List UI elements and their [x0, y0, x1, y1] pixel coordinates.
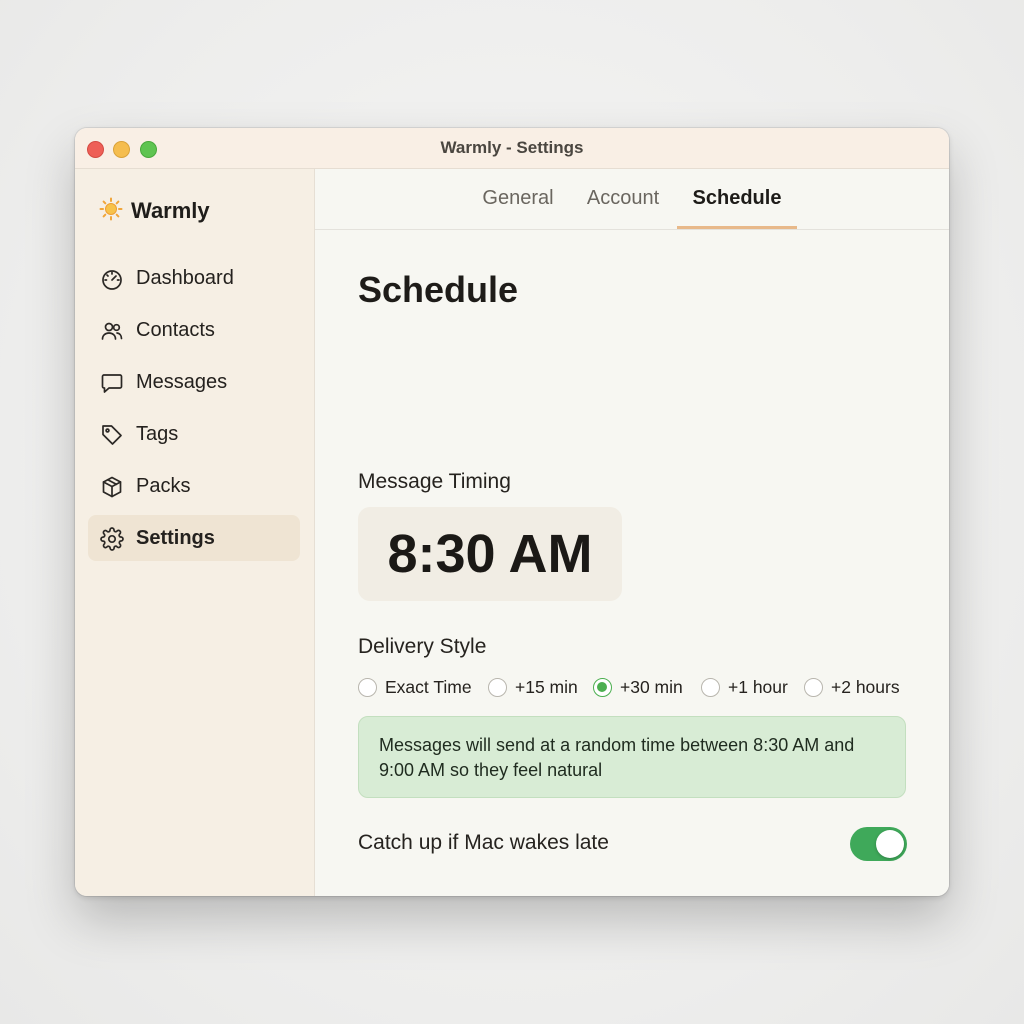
sidebar-item-contacts[interactable]: Contacts — [88, 307, 300, 353]
sidebar-item-label: Messages — [136, 370, 228, 393]
desktop: Warmly - Settings Warmly Dashboard Conta… — [0, 0, 1024, 1024]
radio-plus-2-hours[interactable]: +2 hours — [804, 672, 900, 702]
settings-window: Warmly - Settings Warmly Dashboard Conta… — [75, 128, 949, 896]
tab-general[interactable]: General — [473, 169, 563, 229]
message-timing-label: Message Timing — [358, 470, 511, 493]
radio-label: +30 min — [620, 676, 683, 697]
sidebar-item-label: Packs — [136, 474, 191, 497]
sun-icon — [99, 197, 123, 226]
catch-up-toggle[interactable] — [850, 827, 907, 861]
box-icon — [100, 475, 124, 499]
radio-label: Exact Time — [385, 676, 472, 697]
users-icon — [100, 319, 124, 343]
delivery-info-box: Messages will send at a random time betw… — [358, 716, 906, 798]
radio-plus-1-hour[interactable]: +1 hour — [701, 672, 788, 702]
radio-label: +2 hours — [831, 676, 900, 697]
tab-account[interactable]: Account — [578, 169, 668, 229]
radio-plus-30-min[interactable]: +30 min — [593, 672, 683, 702]
active-tab-indicator — [677, 226, 797, 229]
radio-plus-15-min[interactable]: +15 min — [488, 672, 578, 702]
sidebar: Warmly Dashboard Contacts Messages Tags … — [75, 169, 315, 896]
speedometer-icon — [100, 267, 124, 291]
chat-bubble-icon — [100, 371, 124, 395]
delivery-style-label: Delivery Style — [358, 635, 487, 658]
window-title: Warmly - Settings — [440, 138, 584, 157]
tab-bar: General Account Schedule — [315, 169, 949, 230]
sidebar-item-dashboard[interactable]: Dashboard — [88, 255, 300, 301]
sidebar-item-label: Contacts — [136, 318, 215, 341]
radio-circle — [488, 677, 507, 697]
gear-icon — [100, 527, 124, 551]
radio-exact-time[interactable]: Exact Time — [358, 672, 472, 702]
catch-up-label: Catch up if Mac wakes late — [358, 831, 609, 854]
sidebar-item-settings[interactable]: Settings — [88, 515, 300, 561]
time-picker[interactable]: 8:30 AM — [358, 507, 622, 601]
title-bar: Warmly - Settings — [75, 128, 949, 169]
sidebar-item-packs[interactable]: Packs — [88, 463, 300, 509]
radio-label: +1 hour — [728, 676, 788, 697]
sidebar-item-label: Dashboard — [136, 266, 234, 289]
main-content: General Account Schedule Schedule Messag… — [315, 169, 949, 896]
sidebar-item-messages[interactable]: Messages — [88, 359, 300, 405]
tag-icon — [100, 423, 124, 447]
toggle-knob — [876, 830, 904, 858]
sidebar-item-label: Settings — [136, 526, 215, 549]
delivery-style-radio-group: Exact Time +15 min +30 min +1 hour +2 ho… — [358, 672, 918, 702]
brand-name: Warmly — [131, 198, 210, 223]
radio-label: +15 min — [515, 676, 578, 697]
sidebar-item-tags[interactable]: Tags — [88, 411, 300, 457]
radio-circle — [701, 677, 720, 697]
radio-circle — [358, 677, 377, 697]
page-title: Schedule — [358, 269, 519, 310]
radio-circle — [593, 677, 612, 697]
brand: Warmly — [99, 195, 210, 227]
sidebar-item-label: Tags — [136, 422, 179, 445]
tab-schedule[interactable]: Schedule — [677, 169, 797, 229]
radio-circle — [804, 677, 823, 697]
